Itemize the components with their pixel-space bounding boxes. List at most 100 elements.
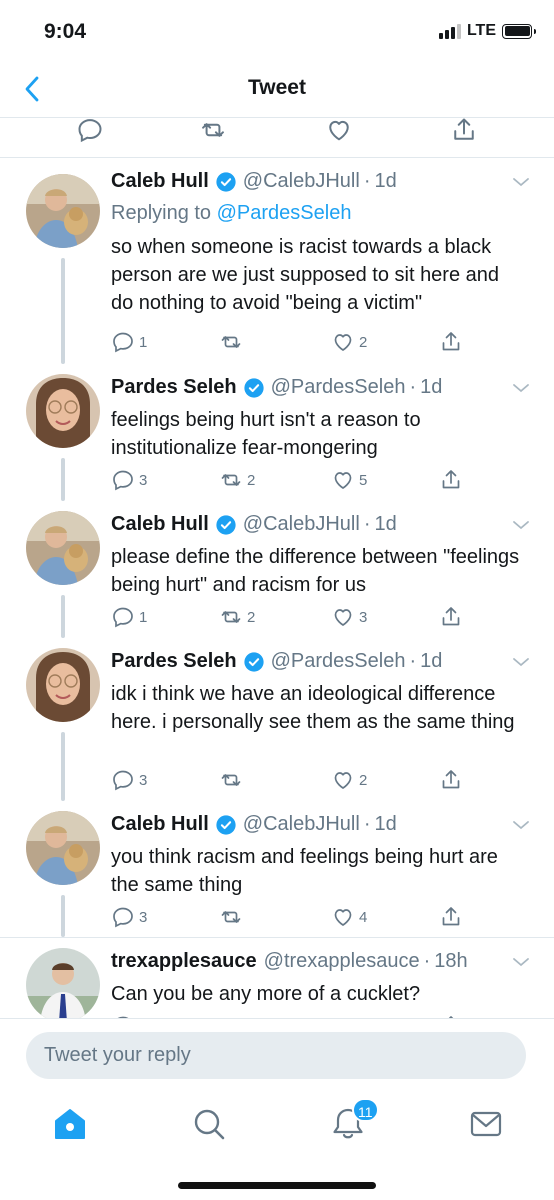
avatar[interactable] xyxy=(26,174,100,248)
reply-button[interactable]: 1 xyxy=(111,330,147,354)
avatar[interactable] xyxy=(26,648,100,722)
share-button[interactable] xyxy=(439,905,463,929)
like-button[interactable]: 2 xyxy=(331,768,367,792)
thread-line xyxy=(61,895,65,937)
battery-icon xyxy=(502,23,536,39)
reply-count: 1 xyxy=(139,608,148,626)
reply-count: 3 xyxy=(139,771,148,789)
chevron-down-icon[interactable] xyxy=(512,819,530,831)
handle[interactable]: @CalebJHull xyxy=(243,813,360,836)
share-button[interactable] xyxy=(439,768,463,792)
reply-button[interactable]: 1 xyxy=(111,605,147,629)
like-icon[interactable] xyxy=(324,116,354,144)
thread-line xyxy=(61,732,65,801)
tweet-actions: 1 2 xyxy=(111,330,471,358)
chevron-down-icon[interactable] xyxy=(512,382,530,394)
retweet-icon xyxy=(221,774,241,786)
tweet-header: Caleb Hull @CalebJHull · 1d xyxy=(111,170,494,193)
retweet-button[interactable] xyxy=(219,768,247,792)
tweet-header: Caleb Hull @CalebJHull · 1d xyxy=(111,813,494,836)
thread-line xyxy=(61,458,65,501)
display-name[interactable]: Pardes Seleh xyxy=(111,376,237,399)
avatar[interactable] xyxy=(26,374,100,448)
tweet-text: so when someone is racist towards a blac… xyxy=(111,236,500,314)
handle[interactable]: @PardesSeleh xyxy=(271,376,406,399)
like-button[interactable]: 5 xyxy=(331,468,367,492)
chevron-down-icon[interactable] xyxy=(512,956,530,968)
share-icon[interactable] xyxy=(450,116,478,144)
replying-to: Replying to @PardesSeleh xyxy=(111,202,351,225)
tweet-actions: 1 2 3 xyxy=(111,605,471,633)
share-button[interactable] xyxy=(439,330,463,354)
reply-composer xyxy=(0,1018,554,1092)
reply-button[interactable]: 3 xyxy=(111,468,147,492)
retweet-count: 2 xyxy=(247,471,256,489)
like-icon xyxy=(334,909,352,926)
reply-icon[interactable] xyxy=(76,116,104,144)
page-title: Tweet xyxy=(248,76,306,99)
tweet[interactable]: Pardes Seleh @PardesSeleh · 1d feelings be… xyxy=(0,364,554,501)
retweet-icon xyxy=(221,474,241,486)
timestamp: 1d xyxy=(420,650,443,672)
share-icon xyxy=(442,607,460,626)
retweet-count: 2 xyxy=(247,608,256,626)
thread-line xyxy=(61,595,65,638)
status-time: 9:04 xyxy=(44,20,87,43)
handle[interactable]: @CalebJHull xyxy=(243,513,360,536)
chevron-down-icon[interactable] xyxy=(512,656,530,668)
status-indicators: LTE xyxy=(438,22,536,40)
tweet[interactable]: Caleb Hull @CalebJHull · 1d please define … xyxy=(0,501,554,638)
retweet-button[interactable]: 2 xyxy=(219,605,255,629)
handle[interactable]: @PardesSeleh xyxy=(271,650,406,673)
display-name[interactable]: trexapplesauce xyxy=(111,950,257,973)
like-button[interactable]: 3 xyxy=(331,605,367,629)
reply-button[interactable]: 3 xyxy=(111,768,147,792)
dot-separator: · xyxy=(363,513,371,535)
like-count: 2 xyxy=(359,771,368,789)
signal-icon xyxy=(438,23,461,39)
retweet-icon[interactable] xyxy=(198,116,228,144)
like-count: 3 xyxy=(359,608,368,626)
retweet-button[interactable] xyxy=(219,330,247,354)
chevron-down-icon[interactable] xyxy=(512,176,530,188)
main-tweet-actions xyxy=(0,118,554,158)
like-count: 5 xyxy=(359,471,368,489)
display-name[interactable]: Caleb Hull xyxy=(111,170,209,193)
tweet-text: feelings being hurt isn't a reason to in… xyxy=(111,409,421,459)
messages-mail-icon[interactable] xyxy=(466,1104,506,1144)
display-name[interactable]: Pardes Seleh xyxy=(111,650,237,673)
handle[interactable]: @CalebJHull xyxy=(243,170,360,193)
tweet[interactable]: Pardes Seleh @PardesSeleh · 1d idk i think… xyxy=(0,638,554,801)
retweet-button[interactable] xyxy=(219,905,247,929)
replying-handle-link[interactable]: @PardesSeleh xyxy=(217,202,352,224)
reply-button[interactable]: 3 xyxy=(111,905,147,929)
handle[interactable]: @trexapplesauce xyxy=(264,950,420,973)
like-button[interactable]: 2 xyxy=(331,330,367,354)
avatar[interactable] xyxy=(26,948,100,1018)
verified-icon xyxy=(216,171,236,192)
display-name[interactable]: Caleb Hull xyxy=(111,813,209,836)
home-icon[interactable] xyxy=(50,1104,90,1144)
share-button[interactable] xyxy=(439,468,463,492)
avatar[interactable] xyxy=(26,511,100,585)
reply-icon xyxy=(113,470,133,491)
tweet[interactable]: Caleb Hull @CalebJHull · 1d you think raci… xyxy=(0,801,554,937)
nav-bar: Tweet xyxy=(0,62,554,118)
like-button[interactable]: 4 xyxy=(331,905,367,929)
tweet-actions: 3 2 5 xyxy=(111,468,471,496)
tweet-header: Pardes Seleh @PardesSeleh · 1d xyxy=(111,650,494,673)
share-button[interactable] xyxy=(439,605,463,629)
retweet-button[interactable]: 2 xyxy=(219,468,255,492)
share-icon xyxy=(442,332,460,351)
chevron-down-icon[interactable] xyxy=(512,519,530,531)
tweet[interactable]: trexapplesauce @trexapplesauce · 18h Can y… xyxy=(0,937,554,1018)
retweet-icon xyxy=(221,611,241,623)
timestamp: 1d xyxy=(374,170,397,192)
like-icon xyxy=(334,772,352,789)
display-name[interactable]: Caleb Hull xyxy=(111,513,209,536)
avatar[interactable] xyxy=(26,811,100,885)
reply-input[interactable] xyxy=(26,1032,526,1079)
tweet[interactable]: Caleb Hull @CalebJHull · 1d Replying to @P… xyxy=(0,158,554,364)
dot-separator: · xyxy=(409,376,417,398)
search-icon[interactable] xyxy=(189,1104,229,1144)
